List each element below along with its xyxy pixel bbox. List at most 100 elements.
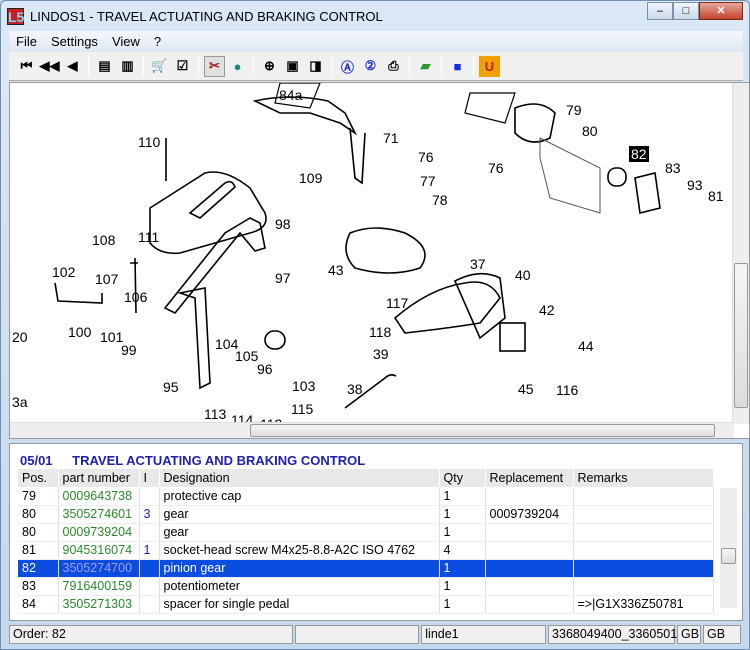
cell-remarks — [573, 577, 714, 596]
diagram-horizontal-scrollbar[interactable] — [10, 422, 734, 438]
first-page-icon[interactable]: ⏮ — [16, 56, 37, 77]
close-button[interactable]: ✕ — [699, 2, 743, 20]
callout-label[interactable]: 80 — [582, 123, 598, 139]
back-icon[interactable]: ◀ — [62, 56, 83, 77]
table-row[interactable]: 84 3505271303 spacer for single pedal 1 =>|G… — [18, 595, 714, 614]
callout-label[interactable]: 106 — [124, 289, 147, 305]
printer-icon[interactable]: ⎙ — [383, 56, 404, 77]
table-row[interactable]: 80 3505274601 3 gear 1 0009739204 — [18, 505, 714, 524]
callout-label[interactable]: 38 — [347, 381, 363, 397]
table-vertical-scrollbar[interactable] — [720, 488, 737, 608]
cell-replacement — [485, 523, 574, 542]
callout-label[interactable]: 45 — [518, 381, 534, 397]
callout-label[interactable]: 117 — [386, 295, 408, 311]
callout-label[interactable]: 3a — [12, 394, 28, 410]
cell-replacement — [485, 559, 574, 578]
scroll-thumb[interactable] — [734, 263, 748, 408]
callout-label[interactable]: 93 — [687, 177, 703, 193]
callout-label[interactable]: 83 — [665, 160, 681, 176]
blue-square-icon[interactable]: ■ — [447, 56, 468, 77]
parts-table: Pos. part number I Designation Qty Replacemen… — [18, 469, 714, 614]
callout-label[interactable]: 71 — [383, 130, 399, 146]
callout-label[interactable]: 79 — [566, 102, 582, 118]
callout-label[interactable]: 115 — [291, 401, 313, 417]
maximize-button[interactable]: □ — [673, 2, 699, 20]
callout-label[interactable]: 20 — [12, 329, 28, 345]
page-icon[interactable]: ▣ — [282, 56, 303, 77]
column-header-pos[interactable]: Pos. — [18, 469, 59, 487]
callout-label[interactable]: 118 — [369, 324, 391, 340]
u-icon[interactable]: U — [479, 55, 500, 77]
callout-label[interactable]: 98 — [275, 216, 291, 232]
fast-back-icon[interactable]: ◀◀ — [39, 56, 60, 77]
doc-next-icon[interactable]: ▥ — [117, 56, 138, 77]
column-header-qty[interactable]: Qty — [439, 469, 486, 487]
column-header-part-number[interactable]: part number — [58, 469, 140, 487]
menu-bar: File Settings View ? — [9, 31, 743, 51]
table-row[interactable]: 82 3505274700 pinion gear 1 — [18, 559, 714, 578]
column-header-indicator[interactable]: I — [139, 469, 160, 487]
callout-label[interactable]: 101 — [100, 329, 123, 345]
callout-label[interactable]: 95 — [163, 379, 179, 395]
callout-label[interactable]: 103 — [292, 378, 315, 394]
cell-indicator — [139, 595, 160, 614]
table-row[interactable]: 80 0009739204 gear 1 — [18, 523, 714, 542]
callout-label[interactable]: 84a — [279, 87, 302, 103]
menu-help[interactable]: ? — [147, 34, 168, 49]
table-row[interactable]: 83 7916400159 potentiometer 1 — [18, 577, 714, 596]
globe-icon[interactable]: ● — [227, 56, 248, 77]
menu-settings[interactable]: Settings — [44, 34, 105, 49]
minimize-button[interactable]: – — [647, 2, 673, 20]
callout-label[interactable]: 42 — [539, 302, 555, 318]
callout-label[interactable]: 108 — [92, 232, 115, 248]
cell-replacement — [485, 487, 574, 506]
doc-prev-icon[interactable]: ▤ — [94, 56, 115, 77]
notepad-icon[interactable]: ▰ — [415, 56, 436, 77]
callout-label[interactable]: 113 — [204, 406, 226, 422]
callout-label[interactable]: 110 — [138, 134, 160, 150]
callout-label[interactable]: 105 — [235, 348, 258, 364]
search-2-icon[interactable]: ② — [360, 56, 381, 77]
callout-label[interactable]: 99 — [121, 342, 137, 358]
table-row[interactable]: 79 0009643738 protective cap 1 — [18, 487, 714, 506]
zoom-in-icon[interactable]: ⊕ — [259, 56, 280, 77]
callout-label[interactable]: 78 — [432, 192, 448, 208]
checklist-icon[interactable]: ☑ — [172, 56, 193, 77]
scroll-thumb[interactable] — [250, 424, 715, 437]
callout-label[interactable]: 96 — [257, 361, 273, 377]
callout-label[interactable]: 44 — [578, 338, 594, 354]
cell-replacement: 0009739204 — [485, 505, 574, 524]
scroll-thumb[interactable] — [721, 548, 736, 564]
cell-indicator — [139, 577, 160, 596]
callout-label[interactable]: 77 — [420, 173, 436, 189]
callout-label[interactable]: 107 — [95, 271, 118, 287]
callout-label[interactable]: 40 — [515, 267, 531, 283]
diagram-vertical-scrollbar[interactable] — [732, 83, 749, 424]
page-corner-icon[interactable]: ◨ — [305, 56, 326, 77]
column-header-replacement[interactable]: Replacement — [485, 469, 574, 487]
callout-label[interactable]: 116 — [556, 382, 578, 398]
menu-view[interactable]: View — [105, 34, 147, 49]
column-header-designation[interactable]: Designation — [159, 469, 440, 487]
callout-label[interactable]: 81 — [708, 188, 724, 204]
tools-icon[interactable]: ✂ — [204, 55, 225, 77]
callout-label[interactable]: 76 — [488, 160, 504, 176]
callout-label[interactable]: 111 — [138, 229, 159, 245]
callout-label[interactable]: 102 — [52, 264, 75, 280]
callout-label[interactable]: 82 — [629, 146, 649, 162]
cell-indicator — [139, 523, 160, 542]
callout-label[interactable]: 97 — [275, 270, 291, 286]
parts-diagram[interactable]: 84a 71 110 109 76 76 77 78 79 80 82 83 93 81 111 98 108 1… — [9, 82, 750, 439]
cart-icon[interactable]: 🛒 — [149, 56, 170, 77]
cell-remarks — [573, 523, 714, 542]
column-header-remarks[interactable]: Remarks — [573, 469, 714, 487]
callout-label[interactable]: 39 — [373, 346, 389, 362]
callout-label[interactable]: 109 — [299, 170, 322, 186]
callout-label[interactable]: 43 — [328, 262, 344, 278]
callout-label[interactable]: 100 — [68, 324, 91, 340]
callout-label[interactable]: 76 — [418, 149, 434, 165]
menu-file[interactable]: File — [9, 34, 44, 49]
callout-label[interactable]: 37 — [470, 256, 486, 272]
search-a-icon[interactable]: Ⓐ — [337, 56, 358, 77]
table-row[interactable]: 81 9045316074 1 socket-head screw M4x25-8.8… — [18, 541, 714, 560]
